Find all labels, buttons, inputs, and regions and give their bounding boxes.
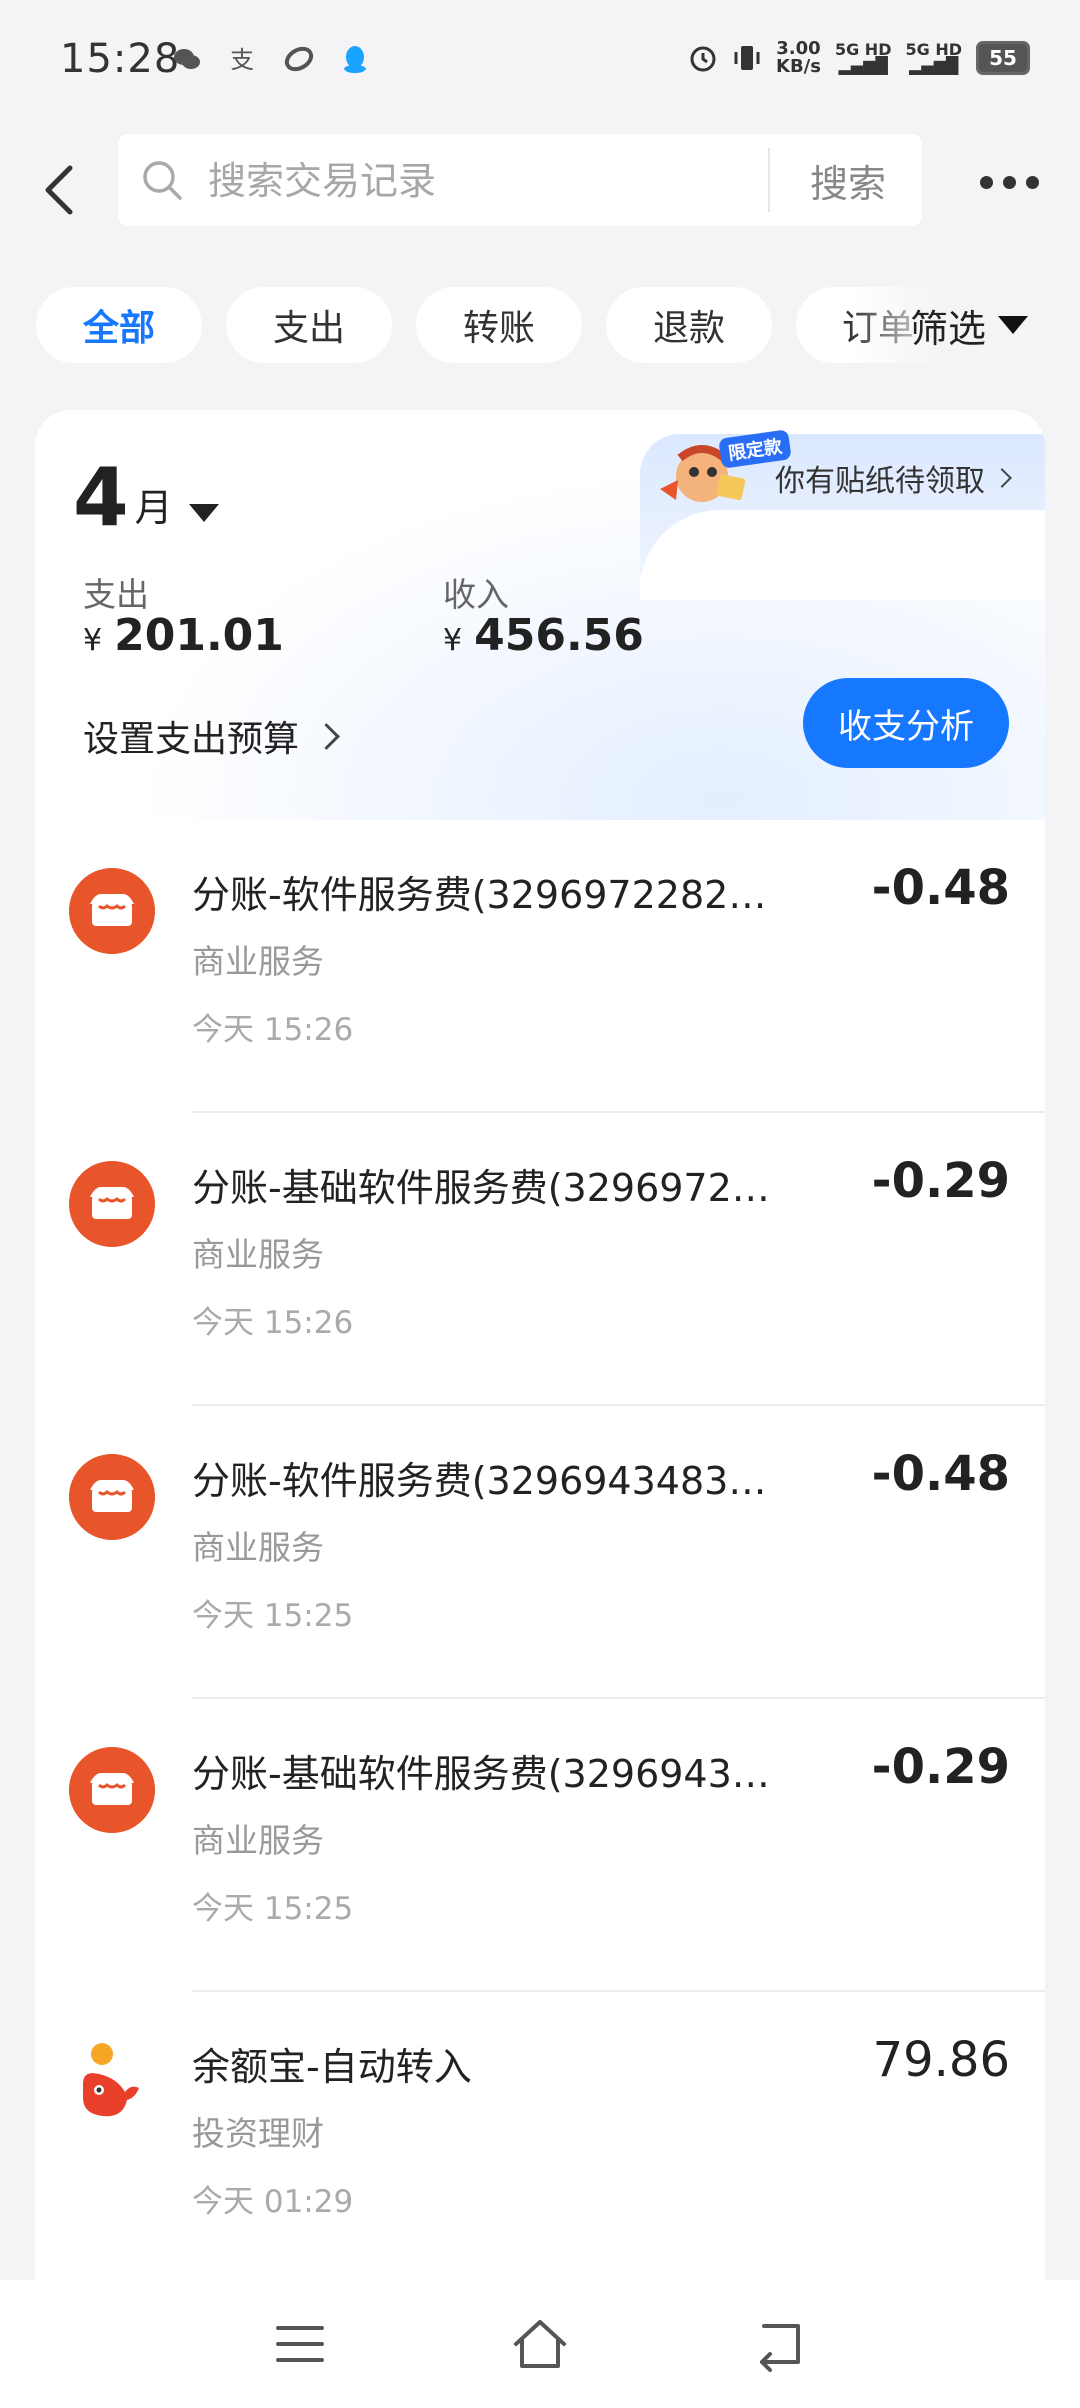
set-budget-link[interactable]: 设置支出预算	[83, 710, 340, 762]
notification-icons: 支	[172, 44, 370, 74]
transaction-time: 今天 15:25	[192, 1891, 354, 1927]
transaction-amount: -0.48	[871, 860, 1010, 916]
signal-1: 5G HD ▂▄▆█	[834, 40, 892, 75]
budget-label: 设置支出预算	[83, 719, 300, 760]
wechat-icon	[174, 49, 200, 69]
yuebao-icon	[83, 2043, 139, 2117]
promo-text: 你有贴纸待领取	[775, 464, 985, 499]
chevron-right-icon	[992, 468, 1012, 488]
transaction-amount: -0.48	[871, 1446, 1010, 1502]
income-label: 收入	[443, 575, 509, 614]
month-selector[interactable]: 4 月	[73, 458, 219, 538]
transaction-title: 余额宝-自动转入	[192, 2045, 472, 2089]
store-icon	[69, 1747, 155, 1833]
filter-chips: 全部 支出 转账 退款 订单 筛选	[0, 285, 1080, 365]
bill-card: 限定款 你有贴纸待领取 4 月 支出 ¥201.01 收入 ¥456.56 设置…	[35, 410, 1045, 2408]
search-divider	[768, 148, 770, 212]
chip-all[interactable]: 全部	[36, 287, 202, 363]
system-nav-bar	[0, 2280, 1080, 2408]
analysis-button[interactable]: 收支分析	[803, 678, 1009, 768]
expense-value: ¥201.01	[83, 610, 284, 661]
promo-link[interactable]: 你有贴纸待领取	[775, 456, 1012, 500]
transaction-amount: 79.86	[872, 2032, 1010, 2088]
transaction-row[interactable]: 分账-软件服务费(3296972282494067... -0.48 商业服务 …	[35, 820, 1045, 1113]
home-icon[interactable]	[510, 2314, 570, 2374]
transaction-time: 今天 15:26	[192, 1012, 354, 1048]
transaction-amount: -0.29	[871, 1153, 1010, 1209]
transaction-row[interactable]: 分账-基础软件服务费(329697228249... -0.29 商业服务 今天…	[35, 1113, 1045, 1406]
search-bar[interactable]: 搜索	[118, 134, 922, 228]
chevron-right-icon	[313, 722, 340, 750]
search-button[interactable]: 搜索	[774, 134, 922, 226]
store-icon	[69, 1454, 155, 1540]
qq-icon	[344, 46, 366, 73]
income-value: ¥456.56	[443, 610, 644, 661]
transaction-time: 今天 15:25	[192, 1598, 354, 1634]
month-unit: 月	[134, 486, 173, 530]
sticker-promo[interactable]: 限定款 你有贴纸待领取	[640, 429, 1045, 600]
chip-expense[interactable]: 支出	[226, 287, 392, 363]
transaction-row[interactable]: 分账-软件服务费(3296943483246021... -0.48 商业服务 …	[35, 1406, 1045, 1699]
svg-text:支: 支	[230, 46, 254, 74]
search-input[interactable]	[206, 134, 850, 228]
signal-2: 5G HD ▂▄▆█	[905, 40, 962, 75]
filter-button[interactable]: 筛选	[910, 285, 1029, 365]
chip-transfer[interactable]: 转账	[416, 287, 582, 363]
system-status: 3.00 KB/s 5G HD ▂▄▆█ 5G HD ▂▄▆█ 55	[688, 40, 1030, 76]
transaction-title: 分账-软件服务费(3296972282494067...	[192, 873, 782, 917]
header: 搜索	[0, 130, 1080, 250]
transaction-category: 投资理财	[192, 2114, 324, 2153]
vibrate-icon	[734, 46, 760, 70]
transaction-amount: -0.29	[871, 1739, 1010, 1795]
transaction-category: 商业服务	[192, 1528, 324, 1567]
promo-curve	[640, 510, 1045, 600]
clock: 15:28	[60, 36, 181, 82]
battery-icon: 55	[976, 41, 1030, 75]
network-speed: 3.00 KB/s	[776, 38, 821, 77]
month-summary: 限定款 你有贴纸待领取 4 月 支出 ¥201.01 收入 ¥456.56 设置…	[35, 410, 1045, 820]
status-bar: 15:28 支 3.00 KB/s 5G HD ▂▄▆█ 5G HD ▂▄▆█ 55	[0, 0, 1080, 130]
month-number: 4	[73, 451, 129, 544]
alarm-icon	[690, 46, 716, 72]
transaction-title: 分账-基础软件服务费(329694348324...	[192, 1752, 782, 1796]
store-icon	[69, 868, 155, 954]
more-icon[interactable]	[980, 170, 1044, 194]
chip-refund[interactable]: 退款	[606, 287, 772, 363]
transaction-row[interactable]: 余额宝-自动转入 79.86 投资理财 今天 01:29	[35, 1992, 1045, 2285]
search-icon	[143, 161, 182, 200]
transaction-time: 今天 15:26	[192, 1305, 354, 1341]
month-dropdown-icon	[188, 504, 219, 522]
transaction-category: 商业服务	[192, 942, 324, 981]
menu-icon[interactable]	[270, 2314, 330, 2374]
alipay-icon: 支	[230, 46, 254, 74]
back-icon[interactable]	[36, 150, 96, 230]
dropdown-triangle-icon	[998, 316, 1029, 334]
filter-label: 筛选	[910, 306, 987, 351]
app-icon	[284, 46, 314, 72]
transaction-row[interactable]: 分账-基础软件服务费(329694348324... -0.29 商业服务 今天…	[35, 1699, 1045, 1992]
transaction-category: 商业服务	[192, 1235, 324, 1274]
expense-label: 支出	[83, 575, 149, 614]
transaction-category: 商业服务	[192, 1821, 324, 1860]
transaction-time: 今天 01:29	[192, 2184, 354, 2220]
store-icon	[69, 1161, 155, 1247]
back-nav-icon[interactable]	[750, 2314, 810, 2374]
transaction-title: 分账-基础软件服务费(329697228249...	[192, 1166, 782, 1210]
transaction-title: 分账-软件服务费(3296943483246021...	[192, 1459, 782, 1503]
